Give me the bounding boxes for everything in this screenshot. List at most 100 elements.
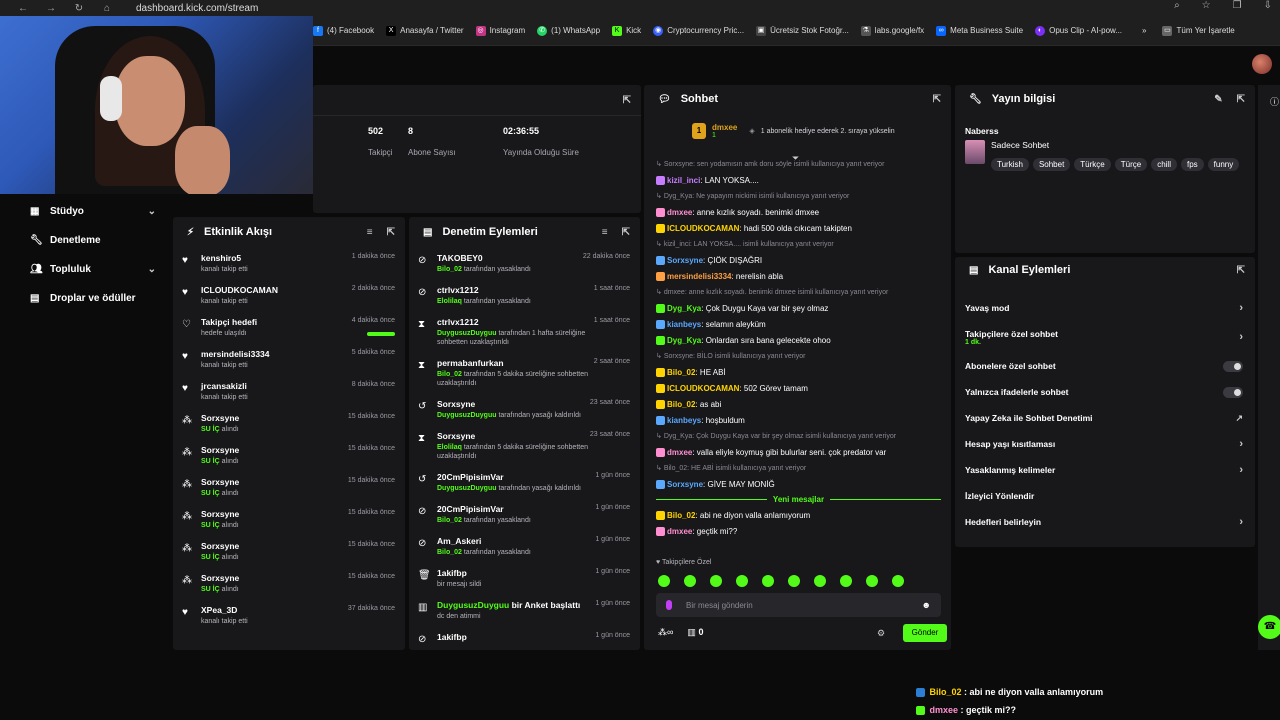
chat-message[interactable]: dmxee: anne kızlık soyadı. benimki dmxee <box>656 207 941 218</box>
toggle-switch[interactable] <box>1223 360 1243 372</box>
emote-icon[interactable] <box>814 575 826 587</box>
reply-context[interactable]: ↳ Dyg_Kya: Çok Duygu Kaya var bir şey ol… <box>656 431 941 442</box>
popout-icon[interactable]: ⇱ <box>622 227 630 238</box>
stream-tag[interactable]: funny <box>1207 158 1240 171</box>
toggle-switch[interactable] <box>1223 386 1243 398</box>
chat-message[interactable]: ICLOUDKOCAMAN: 502 Görev tamam <box>656 383 941 394</box>
moderation-item[interactable]: ⊘ 20CmPipisimVar Bilo_02 tarafından yasakl… <box>409 498 640 530</box>
info-icon[interactable]: ⓘ <box>1270 95 1279 108</box>
filter-icon[interactable]: ≡ <box>367 227 373 238</box>
forward-icon[interactable]: → <box>46 3 56 14</box>
stream-tag[interactable]: Türkçe <box>1074 158 1111 171</box>
chat-input[interactable]: Bir mesaj gönderin ☻ <box>656 593 941 617</box>
sidebar-item-studio[interactable]: ▦ Stüdyo ⌄ <box>0 197 170 226</box>
chat-message[interactable]: Sorxsyne: ÇIÖK DIŞAĞRI <box>656 255 941 266</box>
moderation-item[interactable]: ↺ Sorxsyne DuygusuzDuyguu tarafından yasağ… <box>409 393 640 425</box>
channel-action-item[interactable]: Yavaş mod › <box>955 295 1255 321</box>
reply-context[interactable]: ↳ Sorxsyne: BİLO isimli kullanıcıya yanı… <box>656 351 941 362</box>
infinity-icon[interactable]: ⁂∞ <box>658 627 673 638</box>
search-icon[interactable]: ⌕ <box>1174 0 1180 11</box>
activity-item[interactable]: ♡ Takipçi hedefi hedefe ulaşıldı 4 dakika ö… <box>173 311 405 343</box>
reply-context[interactable]: ↳ Dyg_Kya: Ne yapayım nickimi isimli kul… <box>656 191 941 202</box>
popout-icon[interactable]: ⇱ <box>387 227 395 238</box>
activity-item[interactable]: ♥ jrcansakizli kanalı takip etti 8 dakika ö… <box>173 375 405 407</box>
moderation-item[interactable]: ⊘ TAKOBEY0 Bilo_02 tarafından yasaklandı 22… <box>409 247 640 279</box>
home-icon[interactable]: ⌂ <box>102 3 112 14</box>
emote-icon[interactable] <box>762 575 774 587</box>
chat-username[interactable]: kizil_inci <box>667 176 700 185</box>
activity-item[interactable]: ♥ kenshiro5 kanalı takip etti 1 dakika önce <box>173 247 405 279</box>
support-chat-icon[interactable]: ☎ <box>1258 615 1280 639</box>
chat-message[interactable]: Dyg_Kya: Çok Duygu Kaya var bir şey olma… <box>656 303 941 314</box>
chat-username[interactable]: dmxee <box>667 448 692 457</box>
emoji-icon[interactable]: ☻ <box>922 600 931 610</box>
emote-icon[interactable] <box>866 575 878 587</box>
chat-username[interactable]: Dyg_Kya <box>667 336 701 345</box>
popout-icon[interactable]: ⇱ <box>623 95 631 106</box>
chat-username[interactable]: mersindelisi3334 <box>667 272 731 281</box>
moderation-item[interactable]: ⊘ Am_Askeri Bilo_02 tarafından yasaklandı 1… <box>409 530 640 562</box>
chat-message[interactable]: Bilo_02: as abi <box>656 399 941 410</box>
stream-tag[interactable]: Turkish <box>991 158 1029 171</box>
chat-message[interactable]: Dyg_Kya: Onlardan sıra bana gelecekte oh… <box>656 335 941 346</box>
bookmark-twitter[interactable]: X Anasayfa / Twitter <box>386 25 464 36</box>
chat-username[interactable]: Dyg_Kya <box>667 304 701 313</box>
filter-icon[interactable]: ≡ <box>602 227 608 238</box>
channel-action-item[interactable]: Hesap yaşı kısıtlaması › <box>955 431 1255 457</box>
emote-icon[interactable] <box>840 575 852 587</box>
channel-action-item[interactable]: İzleyici Yönlendir <box>955 483 1255 509</box>
sidebar-item-drops[interactable]: ▤ Droplar ve ödüller <box>0 284 170 313</box>
chat-message[interactable]: Sorxsyne: GİVE MAY MONİĞ <box>656 479 941 490</box>
stream-tag[interactable]: chill <box>1151 158 1177 171</box>
reply-context[interactable]: ↳ Sorxsyne: sen yodamısın amk doru söyle… <box>656 159 941 170</box>
reply-context[interactable]: ↳ kizil_inci: LAN YOKSA.... isimli kulla… <box>656 239 941 250</box>
activity-item[interactable]: ⁂ Sorxsyne SU İÇ alındı 15 dakika önce <box>173 503 405 535</box>
channel-action-item[interactable]: Hedefleri belirleyin › <box>955 509 1255 535</box>
chat-message[interactable]: kianbeys: selamın aleyküm <box>656 319 941 330</box>
mic-icon[interactable] <box>666 600 672 610</box>
chat-username[interactable]: dmxee <box>667 527 692 536</box>
activity-item[interactable]: ⁂ Sorxsyne SU İÇ alındı 15 dakika önce <box>173 407 405 439</box>
all-bookmarks[interactable]: ▭ Tüm Yer İşaretle <box>1162 25 1235 36</box>
chat-message[interactable]: dmxee: geçtik mi?? <box>656 526 941 537</box>
stream-tag[interactable]: Sohbet <box>1032 158 1071 171</box>
bookmark-opus-clip[interactable]: ◐ Opus Clip - AI-pow... <box>1035 25 1122 36</box>
channel-action-item[interactable]: Yasaklanmış kelimeler › <box>955 457 1255 483</box>
emote-icon[interactable] <box>684 575 696 587</box>
activity-item[interactable]: ⁂ Sorxsyne SU İÇ alındı 15 dakika önce <box>173 471 405 503</box>
emote-icon[interactable] <box>892 575 904 587</box>
chat-message[interactable]: Bilo_02: abi ne diyon valla anlamıyorum <box>656 510 941 521</box>
address-bar[interactable]: dashboard.kick.com/stream <box>136 3 258 14</box>
sidebar-item-moderation[interactable]: 🔧︎ Denetleme <box>0 226 170 255</box>
chat-username[interactable]: kianbeys <box>667 320 701 329</box>
emote-icon[interactable] <box>788 575 800 587</box>
star-icon[interactable]: ☆ <box>1202 0 1211 11</box>
chat-message[interactable]: ICLOUDKOCAMAN: hadi 500 olda cıkıcam tak… <box>656 223 941 234</box>
bookmark-kick[interactable]: K Kick <box>612 25 641 36</box>
settings-gear-icon[interactable]: ⚙ <box>877 628 885 639</box>
sidebar-item-community[interactable]: 👥︎ Topluluk ⌄ <box>0 255 170 284</box>
chat-username[interactable]: dmxee <box>667 208 692 217</box>
activity-item[interactable]: ⁂ Sorxsyne SU İÇ alındı 15 dakika önce <box>173 567 405 599</box>
points-display[interactable]: ▥ 0 <box>687 627 703 638</box>
bookmark-labs-google[interactable]: ⚗ labs.google/fx <box>860 25 924 36</box>
chat-username[interactable]: Bilo_02 <box>667 400 695 409</box>
reply-context[interactable]: ↳ dmxee: anne kızlık soyadı. benimki dmx… <box>656 287 941 298</box>
chat-username[interactable]: Sorxsyne <box>667 256 703 265</box>
chat-username[interactable]: ICLOUDKOCAMAN <box>667 224 739 233</box>
moderation-item[interactable]: ⊘ 1akifbp 1 gün önce <box>409 626 640 650</box>
chat-message[interactable]: dmxee: valla eliyle koymuş gibi bulurlar… <box>656 447 941 458</box>
channel-action-item[interactable]: Takipçilere özel sohbet 1 dk. › <box>955 321 1255 353</box>
chat-username[interactable]: Bilo_02 <box>667 511 695 520</box>
chat-message[interactable]: Bilo_02: HE ABİ <box>656 367 941 378</box>
activity-item[interactable]: ⁂ Sorxsyne SU İÇ alındı 15 dakika önce <box>173 439 405 471</box>
moderation-item[interactable]: ↺ 20CmPipisimVar DuygusuzDuyguu tarafından… <box>409 466 640 498</box>
bookmark-facebook[interactable]: f (4) Facebook <box>313 25 374 36</box>
chat-username[interactable]: Bilo_02 <box>667 368 695 377</box>
activity-item[interactable]: ♥ ICLOUDKOCAMAN kanalı takip etti 2 dakika … <box>173 279 405 311</box>
chat-message[interactable]: mersindelisi3334: nerelisin abla <box>656 271 941 282</box>
download-icon[interactable]: ⇩ <box>1264 0 1272 11</box>
chat-message[interactable]: kizil_inci: LAN YOKSA.... <box>656 175 941 186</box>
send-button[interactable]: Gönder <box>903 624 947 642</box>
extensions-icon[interactable]: ❐ <box>1233 0 1242 11</box>
